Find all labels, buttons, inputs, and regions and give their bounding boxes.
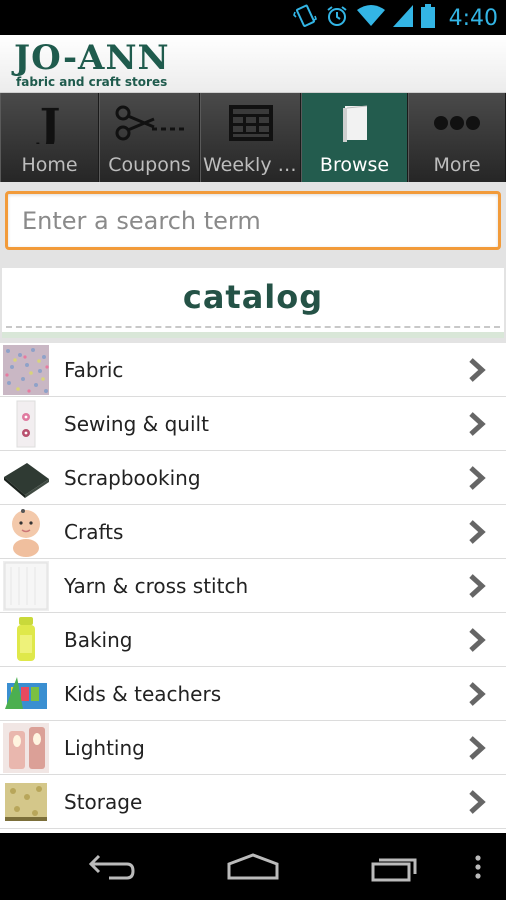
- newspaper-icon: [201, 101, 300, 145]
- tab-browse-label: Browse: [319, 154, 390, 176]
- list-item-label: Crafts: [64, 520, 124, 544]
- list-item-label: Yarn & cross stitch: [64, 574, 249, 598]
- list-item-crafts[interactable]: Crafts: [0, 505, 506, 559]
- back-icon[interactable]: [84, 847, 140, 887]
- tab-more[interactable]: More: [408, 93, 506, 182]
- tab-weekly-ad[interactable]: Weekly Ad: [200, 93, 301, 182]
- list-item-label: Storage: [64, 790, 143, 814]
- list-item-kids[interactable]: Kids & teachers: [0, 667, 506, 721]
- tab-home[interactable]: J Home: [0, 93, 99, 182]
- fabric-thumbnail: [3, 345, 49, 395]
- tab-browse[interactable]: Browse: [301, 93, 408, 182]
- chevron-right-icon: [466, 790, 488, 814]
- search-area: [0, 182, 506, 260]
- kids-thumbnail: [3, 669, 49, 719]
- app-header: JO-ANN fabric and craft stores: [0, 35, 506, 93]
- lighting-thumbnail: [3, 723, 49, 773]
- home-icon[interactable]: [222, 847, 284, 887]
- recent-apps-icon[interactable]: [366, 847, 424, 887]
- battery-icon: [420, 4, 435, 32]
- list-item-scrapbooking[interactable]: Scrapbooking: [0, 451, 506, 505]
- wifi-icon: [356, 5, 385, 31]
- chevron-right-icon: [466, 574, 488, 598]
- list-item-label: Fabric: [64, 358, 124, 382]
- chevron-right-icon: [466, 736, 488, 760]
- alarm-icon: [325, 4, 349, 32]
- status-time: 4:40: [448, 5, 498, 31]
- signal-icon: [392, 5, 413, 31]
- tab-bar: J Home Coupons Weekly Ad Browse More: [0, 93, 506, 182]
- list-item-yarn[interactable]: Yarn & cross stitch: [0, 559, 506, 613]
- chevron-right-icon: [466, 466, 488, 490]
- svg-text:J: J: [35, 102, 60, 144]
- more-dots-icon: [409, 101, 505, 145]
- system-nav-bar: [0, 833, 506, 900]
- tab-weekly-ad-label: Weekly Ad: [203, 154, 298, 176]
- j-logo-icon: J: [1, 101, 98, 145]
- chevron-right-icon: [466, 412, 488, 436]
- list-item-label: Scrapbooking: [64, 466, 201, 490]
- book-icon: [302, 101, 407, 145]
- yarn-thumbnail: [3, 561, 49, 611]
- category-list: Fabric Sewing & quilt Scrapbooking Craft…: [0, 343, 506, 833]
- chevron-right-icon: [466, 520, 488, 544]
- storage-thumbnail: [3, 777, 49, 827]
- status-bar: 4:40: [0, 0, 506, 35]
- sewing-thumbnail: [3, 399, 49, 449]
- baking-thumbnail: [3, 615, 49, 665]
- status-icons: 4:40: [292, 3, 498, 33]
- search-input[interactable]: [5, 191, 501, 250]
- list-item-baking[interactable]: Baking: [0, 613, 506, 667]
- chevron-right-icon: [466, 682, 488, 706]
- list-item-sewing[interactable]: Sewing & quilt: [0, 397, 506, 451]
- tab-coupons[interactable]: Coupons: [99, 93, 200, 182]
- list-item-lighting[interactable]: Lighting: [0, 721, 506, 775]
- list-item-label: Baking: [64, 628, 133, 652]
- joann-logo[interactable]: JO-ANN fabric and craft stores: [14, 39, 194, 89]
- list-item-label: Kids & teachers: [64, 682, 222, 706]
- menu-overflow-icon[interactable]: [468, 847, 488, 887]
- tab-coupons-label: Coupons: [108, 154, 191, 176]
- crafts-thumbnail: [3, 507, 49, 557]
- chevron-right-icon: [466, 628, 488, 652]
- tab-home-label: Home: [21, 154, 78, 176]
- catalog-banner: catalog: [2, 268, 504, 338]
- scissors-icon: [100, 101, 199, 145]
- vibrate-icon: [292, 3, 317, 33]
- tab-more-label: More: [433, 154, 481, 176]
- logo-tagline: fabric and craft stores: [16, 75, 168, 89]
- list-item-storage[interactable]: Storage: [0, 775, 506, 829]
- list-item-label: Sewing & quilt: [64, 412, 209, 436]
- scrapbook-thumbnail: [3, 453, 49, 503]
- chevron-right-icon: [466, 358, 488, 382]
- catalog-title: catalog: [182, 278, 324, 316]
- list-item-fabric[interactable]: Fabric: [0, 343, 506, 397]
- logo-wordmark: JO-ANN: [14, 38, 170, 78]
- list-item-label: Lighting: [64, 736, 145, 760]
- catalog-section: catalog: [0, 260, 506, 343]
